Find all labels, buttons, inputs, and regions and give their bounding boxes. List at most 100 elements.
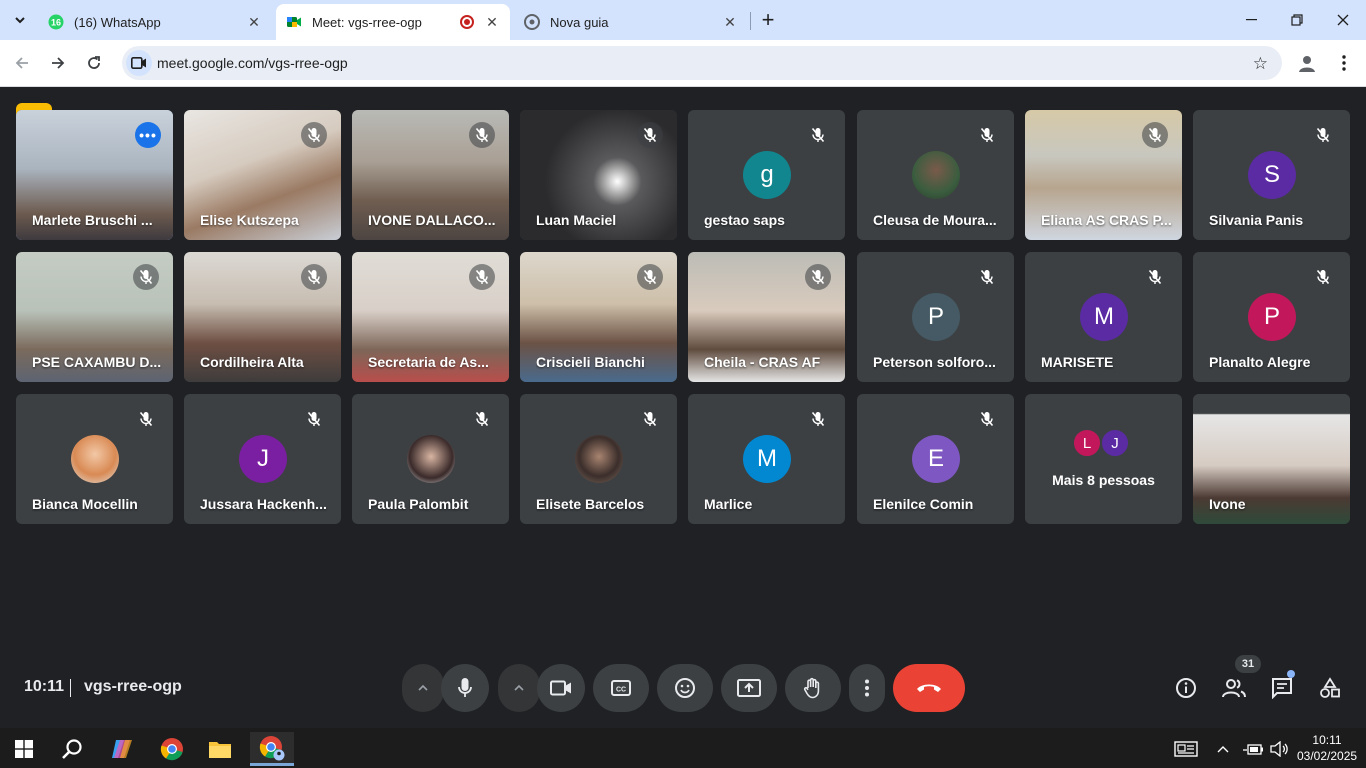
chrome-icon bbox=[160, 738, 183, 761]
chrome-taskbar-button[interactable] bbox=[152, 732, 192, 766]
participant-tile[interactable]: Elise Kutszepa bbox=[184, 110, 341, 240]
reactions-button[interactable] bbox=[657, 664, 713, 712]
leave-call-button[interactable] bbox=[893, 664, 965, 712]
mic-muted-indicator bbox=[637, 264, 663, 290]
participant-name: Peterson solforo... bbox=[873, 354, 996, 370]
participant-name: Marlice bbox=[704, 496, 753, 512]
tab-whatsapp[interactable]: 16 (16) WhatsApp ✕ bbox=[38, 4, 272, 40]
tab-search-button[interactable] bbox=[6, 7, 34, 33]
participant-tile[interactable]: Bianca Mocellin bbox=[16, 394, 173, 524]
participant-options-button[interactable]: ••• bbox=[135, 122, 161, 148]
new-tab-button[interactable]: + bbox=[756, 7, 780, 32]
participant-tile[interactable]: g gestao saps bbox=[688, 110, 845, 240]
more-options-button[interactable] bbox=[849, 664, 885, 712]
participant-tile[interactable]: Criscieli Bianchi bbox=[520, 252, 677, 382]
participant-name: Elenilce Comin bbox=[873, 496, 974, 512]
participant-tile[interactable]: Secretaria de As... bbox=[352, 252, 509, 382]
chevron-up-icon bbox=[514, 684, 524, 691]
camera-button[interactable] bbox=[537, 664, 585, 712]
participant-tile[interactable]: ••• Marlete Bruschi ... bbox=[16, 110, 173, 240]
activities-button[interactable] bbox=[1315, 673, 1345, 703]
minimize-button[interactable] bbox=[1228, 0, 1274, 40]
browser-tab-strip: 16 (16) WhatsApp ✕ Meet: vgs-rree-ogp ✕ … bbox=[0, 0, 1366, 40]
restore-button[interactable] bbox=[1274, 0, 1320, 40]
mini-avatar-group: LJ bbox=[1072, 428, 1130, 458]
back-button[interactable] bbox=[7, 48, 37, 78]
participant-tile[interactable]: Luan Maciel bbox=[520, 110, 677, 240]
search-button[interactable] bbox=[52, 732, 92, 766]
participant-name: Secretaria de As... bbox=[368, 354, 489, 370]
mic-muted-indicator bbox=[805, 406, 831, 432]
mic-muted-indicator bbox=[974, 122, 1000, 148]
close-tab-icon[interactable]: ✕ bbox=[722, 14, 738, 30]
participant-tile[interactable]: Cheila - CRAS AF bbox=[688, 252, 845, 382]
mic-muted-indicator bbox=[637, 122, 663, 148]
people-button[interactable] bbox=[1219, 673, 1249, 703]
raise-hand-button[interactable] bbox=[785, 664, 841, 712]
participant-tile[interactable]: Paula Palombit bbox=[352, 394, 509, 524]
participant-name: Ivone bbox=[1209, 496, 1246, 512]
start-button[interactable] bbox=[4, 732, 44, 766]
browser-menu-button[interactable] bbox=[1334, 50, 1354, 76]
participant-tile[interactable]: J Jussara Hackenh... bbox=[184, 394, 341, 524]
participant-tile[interactable]: S Silvania Panis bbox=[1193, 110, 1350, 240]
avatar bbox=[407, 435, 455, 483]
participant-tile[interactable]: E Elenilce Comin bbox=[857, 394, 1014, 524]
mic-muted-indicator bbox=[469, 122, 495, 148]
avatar: M bbox=[1080, 293, 1128, 341]
battery-network-button[interactable] bbox=[1236, 732, 1270, 766]
site-info-icon[interactable] bbox=[126, 50, 152, 76]
microphone-button[interactable] bbox=[441, 664, 489, 712]
participant-tile[interactable]: Eliana AS CRAS P... bbox=[1025, 110, 1182, 240]
mic-muted-indicator bbox=[301, 406, 327, 432]
audio-settings-button[interactable] bbox=[402, 664, 444, 712]
url-text: meet.google.com/vgs-rree-ogp bbox=[157, 55, 348, 71]
profile-button[interactable] bbox=[1294, 50, 1320, 76]
participant-tile[interactable]: Elisete Barcelos bbox=[520, 394, 677, 524]
close-tab-icon[interactable]: ✕ bbox=[484, 14, 500, 30]
tab-meet[interactable]: Meet: vgs-rree-ogp ✕ bbox=[276, 4, 510, 40]
arrow-left-icon bbox=[15, 57, 28, 69]
participant-tile[interactable]: M Marlice bbox=[688, 394, 845, 524]
mic-muted-indicator bbox=[1142, 122, 1168, 148]
tab-title: Meet: vgs-rree-ogp bbox=[312, 14, 422, 30]
participant-tile[interactable]: PSE CAXAMBU D... bbox=[16, 252, 173, 382]
present-screen-button[interactable] bbox=[721, 664, 777, 712]
copilot-button[interactable] bbox=[102, 732, 142, 766]
close-tab-icon[interactable]: ✕ bbox=[246, 14, 262, 30]
meeting-details-button[interactable] bbox=[1171, 673, 1201, 703]
more-participants-tile[interactable]: L J Mais 8 pessoas bbox=[1025, 394, 1182, 524]
keyboard-layout-button[interactable] bbox=[1166, 732, 1206, 766]
close-icon bbox=[1337, 14, 1349, 26]
video-settings-button[interactable] bbox=[498, 664, 540, 712]
avatar bbox=[71, 435, 119, 483]
participant-tile[interactable]: Cleusa de Moura... bbox=[857, 110, 1014, 240]
taskbar-clock[interactable]: 10:11 03/02/2025 bbox=[1297, 732, 1357, 764]
volume-button[interactable] bbox=[1266, 732, 1292, 766]
mic-off-icon bbox=[307, 411, 321, 427]
chevron-down-icon bbox=[15, 17, 25, 24]
chat-icon bbox=[1272, 678, 1292, 699]
close-window-button[interactable] bbox=[1320, 0, 1366, 40]
participant-tile[interactable]: Cordilheira Alta bbox=[184, 252, 341, 382]
show-hidden-icons-button[interactable] bbox=[1212, 732, 1234, 766]
address-bar[interactable]: meet.google.com/vgs-rree-ogp ☆ bbox=[122, 46, 1282, 80]
participant-tile[interactable]: P Peterson solforo... bbox=[857, 252, 1014, 382]
recording-icon bbox=[460, 15, 474, 29]
participant-tile[interactable]: P Planalto Alegre bbox=[1193, 252, 1350, 382]
file-explorer-button[interactable] bbox=[200, 732, 240, 766]
mic-off-icon bbox=[307, 269, 321, 285]
participant-tile[interactable]: M MARISETE bbox=[1025, 252, 1182, 382]
reload-button[interactable] bbox=[79, 48, 109, 78]
participant-name: Luan Maciel bbox=[536, 212, 617, 228]
captions-button[interactable]: CC bbox=[593, 664, 649, 712]
participant-tile[interactable]: IVONE DALLACO... bbox=[352, 110, 509, 240]
chrome-profile-taskbar-button[interactable] bbox=[250, 732, 294, 766]
participant-tile[interactable]: Ivone bbox=[1193, 394, 1350, 524]
browser-toolbar: meet.google.com/vgs-rree-ogp ☆ bbox=[0, 40, 1366, 87]
mic-off-icon bbox=[643, 127, 657, 143]
tab-new[interactable]: Nova guia ✕ bbox=[514, 4, 748, 40]
people-count-badge: 31 bbox=[1235, 655, 1261, 673]
forward-button[interactable] bbox=[43, 48, 73, 78]
bookmark-star-icon[interactable]: ☆ bbox=[1253, 54, 1268, 74]
